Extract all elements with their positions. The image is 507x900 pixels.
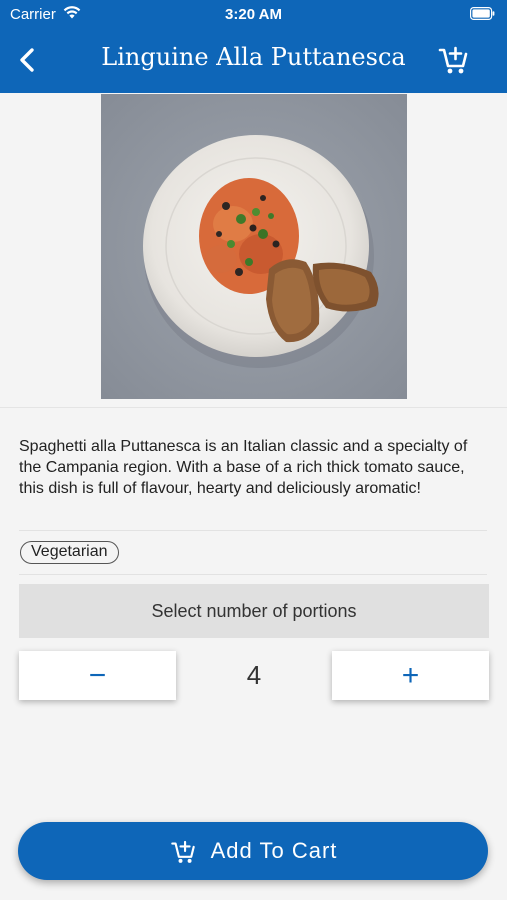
decrement-button[interactable]: − bbox=[19, 651, 176, 700]
pasta-dish-photo bbox=[101, 94, 407, 399]
navigation-bar: Linguine Alla Puttanesca bbox=[0, 28, 507, 93]
status-bar: Carrier 3:20 AM bbox=[0, 0, 507, 28]
cart-plus-icon bbox=[170, 840, 195, 863]
app-header: Carrier 3:20 AM Linguine Alla Puttanesca bbox=[0, 0, 507, 93]
divider bbox=[19, 530, 487, 531]
add-to-cart-button[interactable]: Add To Cart bbox=[18, 822, 488, 880]
increment-button[interactable]: + bbox=[332, 651, 489, 700]
back-button[interactable] bbox=[12, 42, 42, 78]
portion-count: 4 bbox=[246, 660, 262, 690]
add-to-cart-label: Add To Cart bbox=[210, 838, 338, 863]
battery-icon bbox=[470, 7, 495, 20]
cart-plus-icon bbox=[438, 46, 468, 74]
hero-section bbox=[0, 93, 507, 408]
tag-vegetarian: Vegetarian bbox=[20, 541, 119, 564]
chevron-left-icon bbox=[20, 48, 34, 72]
page-title: Linguine Alla Puttanesca bbox=[101, 43, 406, 71]
plus-icon: + bbox=[401, 659, 420, 692]
status-time: 3:20 AM bbox=[225, 6, 282, 23]
header-cart-button[interactable] bbox=[437, 42, 469, 76]
minus-icon: − bbox=[88, 659, 107, 692]
recipe-description: Spaghetti alla Puttanesca is an Italian … bbox=[19, 438, 468, 497]
portions-header: Select number of portions bbox=[19, 584, 489, 638]
divider bbox=[19, 574, 487, 575]
